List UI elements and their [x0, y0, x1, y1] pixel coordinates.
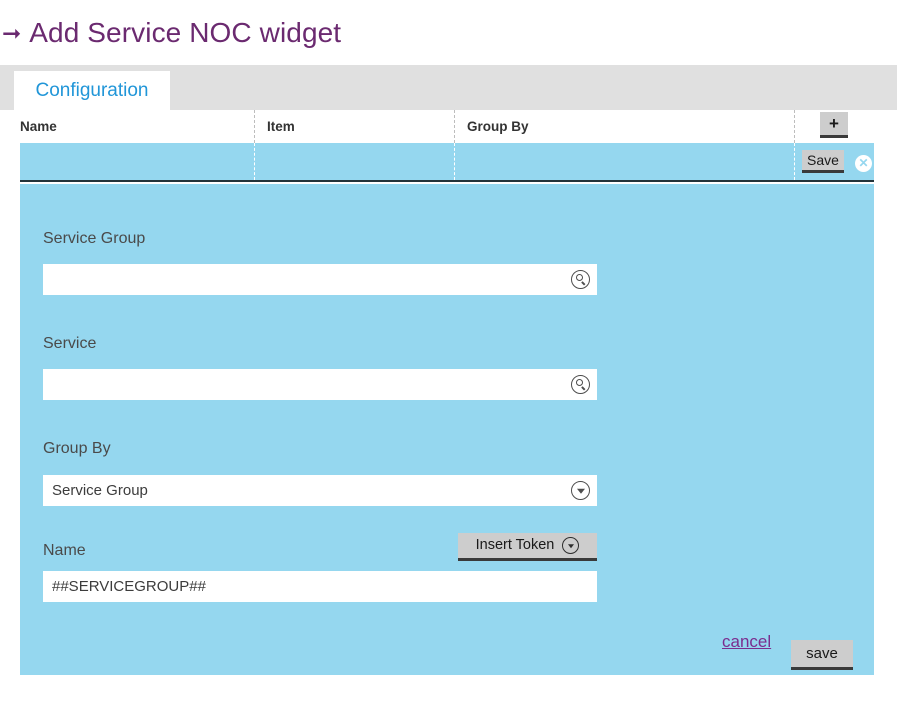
column-header-group-by: Group By	[454, 110, 794, 143]
page-header: ➞ Add Service NOC widget	[0, 0, 897, 65]
chevron-down-icon	[562, 537, 580, 554]
row-save-button[interactable]: Save	[802, 150, 844, 173]
add-row-button[interactable]: +	[820, 112, 848, 138]
tab-configuration-label: Configuration	[35, 79, 149, 101]
insert-token-button[interactable]: Insert Token	[458, 533, 597, 561]
cancel-button[interactable]: cancel	[722, 632, 771, 652]
label-group-by: Group By	[43, 440, 111, 457]
tab-bar: Configuration	[0, 65, 897, 110]
insert-token-label: Insert Token	[475, 537, 555, 554]
back-arrow-icon[interactable]: ➞	[2, 22, 21, 45]
label-service-group: Service Group	[43, 230, 146, 247]
name-input-value: ##SERVICEGROUP##	[52, 578, 206, 595]
group-by-select[interactable]: Service Group	[43, 475, 597, 506]
column-header-name: Name	[20, 119, 57, 134]
label-name: Name	[43, 542, 86, 559]
close-circle-icon[interactable]: ✕	[855, 155, 872, 172]
tab-configuration[interactable]: Configuration	[14, 71, 170, 110]
table-row[interactable]: Save ✕	[20, 143, 874, 182]
search-icon[interactable]	[571, 270, 590, 289]
row-divider	[794, 143, 795, 180]
column-header-item: Item	[254, 110, 454, 143]
row-divider	[254, 143, 255, 180]
configuration-form-panel: Service Group Service Group By Service G…	[20, 184, 874, 675]
service-field[interactable]	[43, 369, 597, 400]
label-service: Service	[43, 335, 97, 352]
group-by-value: Service Group	[52, 482, 148, 499]
save-button[interactable]: save	[791, 640, 853, 670]
chevron-down-icon[interactable]	[571, 481, 590, 500]
row-divider	[454, 143, 455, 180]
search-icon[interactable]	[571, 375, 590, 394]
service-group-field[interactable]	[43, 264, 597, 295]
name-input[interactable]: ##SERVICEGROUP##	[43, 571, 597, 602]
grid-header-row: Name Item Group By	[0, 110, 897, 143]
page-title: Add Service NOC widget	[29, 16, 342, 48]
